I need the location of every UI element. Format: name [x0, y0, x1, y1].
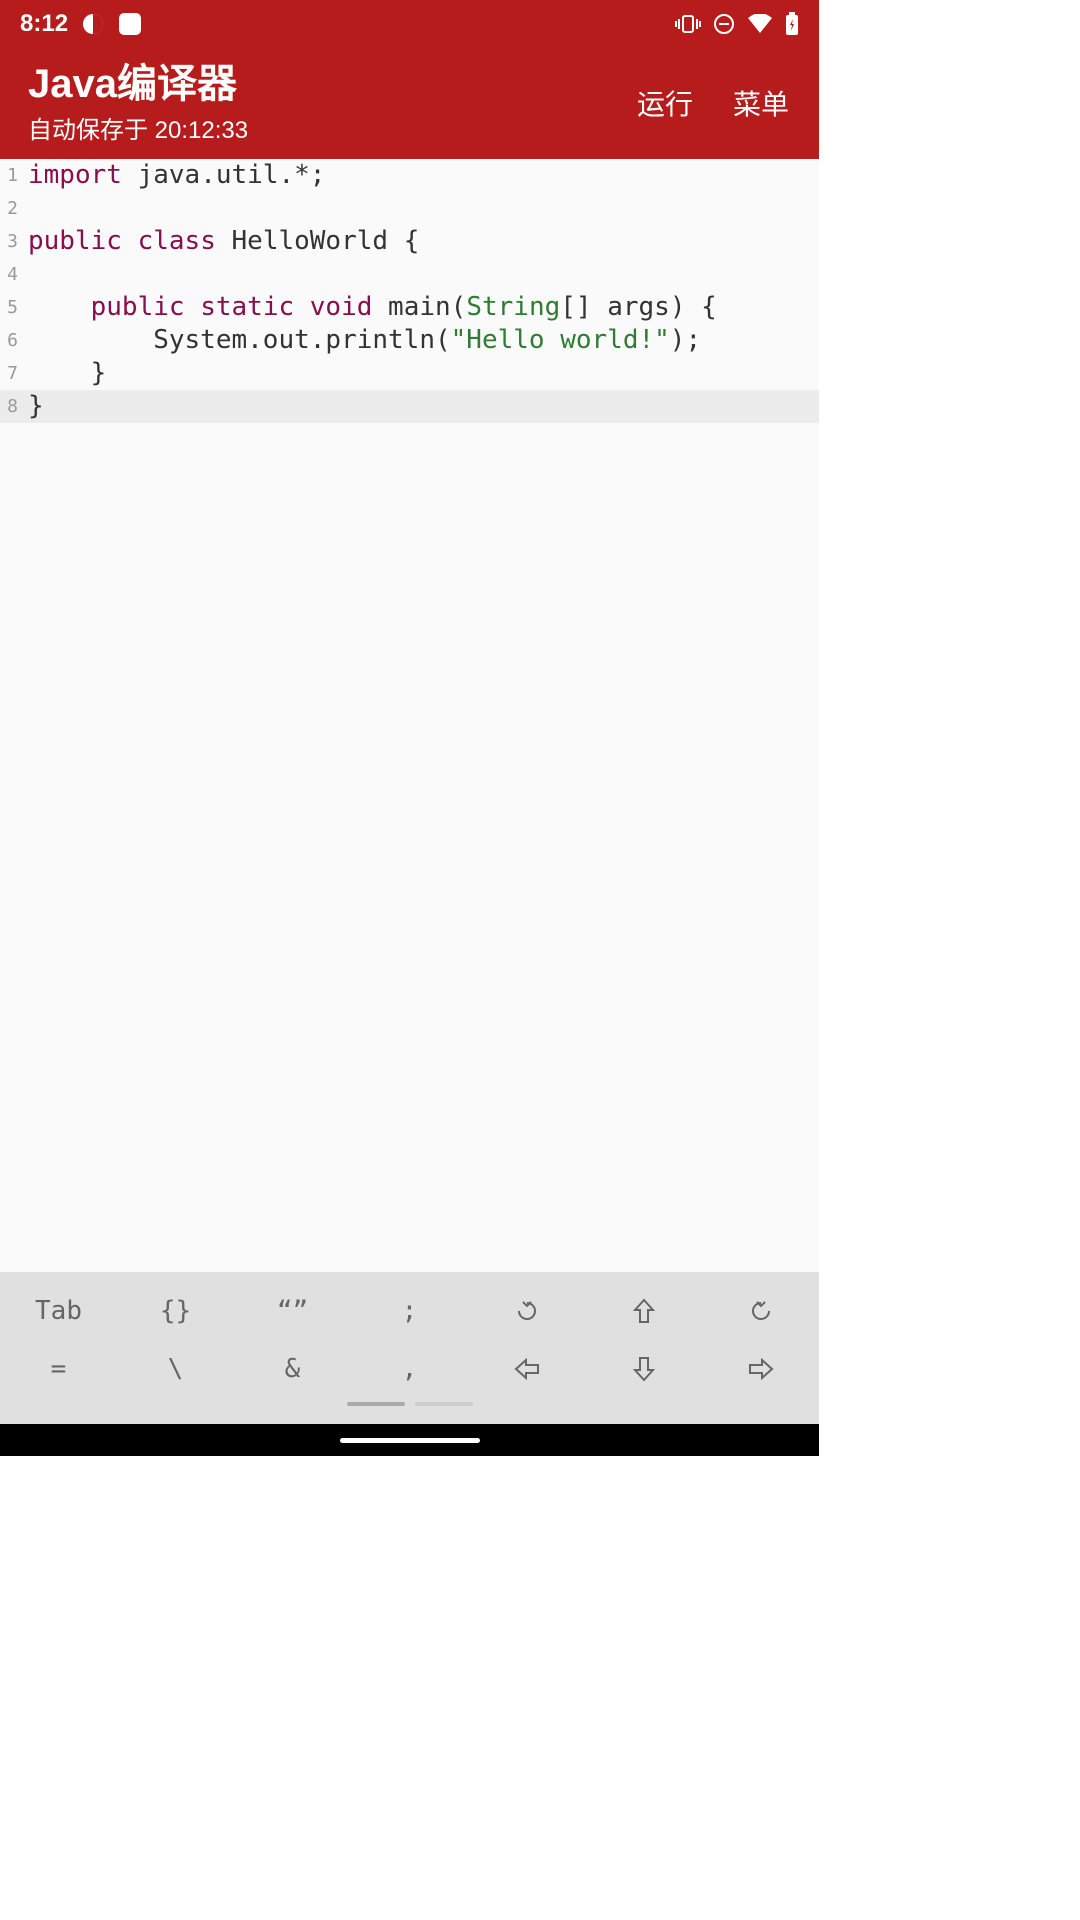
line-content[interactable]: [22, 192, 28, 225]
toolbar-key-backslash[interactable]: \: [117, 1340, 234, 1398]
code-line[interactable]: 4: [0, 258, 819, 291]
toolbar-page-indicator: [0, 1402, 819, 1406]
code-line[interactable]: 3public class HelloWorld {: [0, 225, 819, 258]
line-number: 3: [0, 225, 22, 258]
home-indicator[interactable]: [340, 1438, 480, 1443]
menu-button[interactable]: 菜单: [733, 83, 789, 123]
line-number: 6: [0, 324, 22, 357]
line-content[interactable]: System.out.println("Hello world!");: [22, 324, 701, 357]
app-indicator-icon: [82, 13, 104, 35]
app-square-icon: [118, 12, 142, 36]
line-number: 5: [0, 291, 22, 324]
code-line[interactable]: 8}: [0, 390, 819, 423]
app-actions: 运行 菜单: [637, 83, 799, 123]
status-left: 8:12: [20, 10, 142, 38]
line-content[interactable]: public class HelloWorld {: [22, 225, 419, 258]
toolbar-redo-icon[interactable]: [702, 1282, 819, 1340]
toolbar-key-braces[interactable]: {}: [117, 1282, 234, 1340]
line-number: 8: [0, 390, 22, 423]
toolbar-right-icon[interactable]: [702, 1340, 819, 1398]
toolbar-row-2: =\&,: [0, 1340, 819, 1398]
toolbar-row-1: Tab{}“”;: [0, 1282, 819, 1340]
line-content[interactable]: }: [22, 357, 106, 390]
symbol-toolbar: Tab{}“”; =\&,: [0, 1272, 819, 1424]
toolbar-up-icon[interactable]: [585, 1282, 702, 1340]
line-content[interactable]: public static void main(String[] args) {: [22, 291, 717, 324]
toolbar-down-icon[interactable]: [585, 1340, 702, 1398]
code-line[interactable]: 1import java.util.*;: [0, 159, 819, 192]
toolbar-key-comma[interactable]: ,: [351, 1340, 468, 1398]
code-editor[interactable]: 1import java.util.*;23public class Hello…: [0, 159, 819, 1272]
system-nav-bar: [0, 1424, 819, 1456]
status-bar: 8:12: [0, 0, 819, 48]
code-line[interactable]: 7 }: [0, 357, 819, 390]
line-content[interactable]: }: [22, 390, 44, 423]
run-button[interactable]: 运行: [637, 83, 693, 123]
toolbar-key-equals[interactable]: =: [0, 1340, 117, 1398]
wifi-icon: [747, 14, 773, 34]
code-line[interactable]: 5 public static void main(String[] args)…: [0, 291, 819, 324]
toolbar-left-icon[interactable]: [468, 1340, 585, 1398]
line-number: 4: [0, 258, 22, 291]
toolbar-key-semicolon[interactable]: ;: [351, 1282, 468, 1340]
title-block: Java编译器 自动保存于 20:12:33: [28, 60, 248, 145]
toolbar-key-quotes[interactable]: “”: [234, 1282, 351, 1340]
autosave-status: 自动保存于 20:12:33: [28, 110, 248, 145]
line-content[interactable]: import java.util.*;: [22, 159, 325, 192]
code-line[interactable]: 6 System.out.println("Hello world!");: [0, 324, 819, 357]
toolbar-key-ampersand[interactable]: &: [234, 1340, 351, 1398]
code-line[interactable]: 2: [0, 192, 819, 225]
line-number: 7: [0, 357, 22, 390]
page-dot-inactive: [415, 1402, 473, 1406]
app-bar: Java编译器 自动保存于 20:12:33 运行 菜单: [0, 48, 819, 159]
line-content[interactable]: [22, 258, 28, 291]
status-right: [675, 12, 799, 36]
toolbar-undo-icon[interactable]: [468, 1282, 585, 1340]
dnd-icon: [713, 13, 735, 35]
battery-icon: [785, 12, 799, 36]
app-title: Java编译器: [28, 60, 248, 108]
page-dot-active: [347, 1402, 405, 1406]
clock: 8:12: [20, 10, 68, 38]
line-number: 1: [0, 159, 22, 192]
line-number: 2: [0, 192, 22, 225]
toolbar-key-tab[interactable]: Tab: [0, 1282, 117, 1340]
vibrate-icon: [675, 14, 701, 34]
